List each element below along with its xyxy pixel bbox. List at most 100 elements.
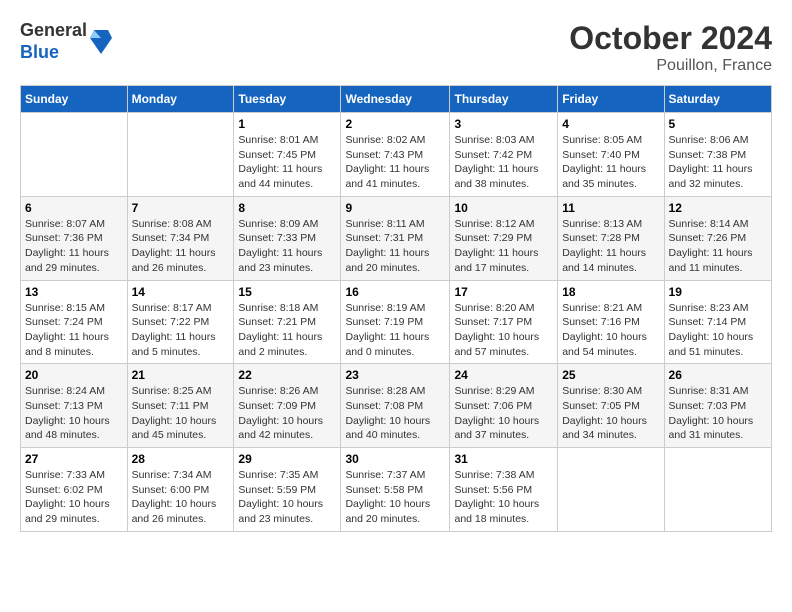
day-info: Sunrise: 8:05 AM Sunset: 7:40 PM Dayligh… — [562, 133, 659, 192]
logo: General Blue — [20, 20, 112, 63]
sunrise: Sunrise: 8:03 AM — [454, 134, 534, 146]
day-number: 4 — [562, 117, 659, 131]
header-day: Sunday — [21, 86, 128, 113]
day-number: 7 — [132, 201, 230, 215]
daylight: Daylight: 11 hours and 11 minutes. — [669, 247, 753, 274]
sunset: Sunset: 6:00 PM — [132, 484, 210, 496]
calendar-cell: 7 Sunrise: 8:08 AM Sunset: 7:34 PM Dayli… — [127, 196, 234, 280]
daylight: Daylight: 11 hours and 8 minutes. — [25, 331, 109, 358]
calendar-cell: 23 Sunrise: 8:28 AM Sunset: 7:08 PM Dayl… — [341, 364, 450, 448]
logo-general: General — [20, 20, 87, 42]
sunset: Sunset: 7:17 PM — [454, 316, 532, 328]
daylight: Daylight: 11 hours and 17 minutes. — [454, 247, 538, 274]
day-info: Sunrise: 8:11 AM Sunset: 7:31 PM Dayligh… — [345, 217, 445, 276]
calendar-cell — [127, 113, 234, 197]
day-info: Sunrise: 8:15 AM Sunset: 7:24 PM Dayligh… — [25, 301, 123, 360]
day-info: Sunrise: 8:24 AM Sunset: 7:13 PM Dayligh… — [25, 384, 123, 443]
day-number: 15 — [238, 285, 336, 299]
calendar-cell: 17 Sunrise: 8:20 AM Sunset: 7:17 PM Dayl… — [450, 280, 558, 364]
calendar-cell: 22 Sunrise: 8:26 AM Sunset: 7:09 PM Dayl… — [234, 364, 341, 448]
day-info: Sunrise: 7:37 AM Sunset: 5:58 PM Dayligh… — [345, 468, 445, 527]
day-info: Sunrise: 8:26 AM Sunset: 7:09 PM Dayligh… — [238, 384, 336, 443]
daylight: Daylight: 11 hours and 41 minutes. — [345, 163, 429, 190]
day-number: 29 — [238, 452, 336, 466]
calendar-cell: 9 Sunrise: 8:11 AM Sunset: 7:31 PM Dayli… — [341, 196, 450, 280]
sunrise: Sunrise: 8:19 AM — [345, 302, 425, 314]
calendar-table: SundayMondayTuesdayWednesdayThursdayFrid… — [20, 85, 772, 532]
day-number: 3 — [454, 117, 553, 131]
day-info: Sunrise: 8:02 AM Sunset: 7:43 PM Dayligh… — [345, 133, 445, 192]
daylight: Daylight: 10 hours and 29 minutes. — [25, 498, 110, 525]
sunset: Sunset: 7:40 PM — [562, 149, 640, 161]
calendar-cell: 1 Sunrise: 8:01 AM Sunset: 7:45 PM Dayli… — [234, 113, 341, 197]
day-number: 31 — [454, 452, 553, 466]
sunrise: Sunrise: 8:29 AM — [454, 385, 534, 397]
daylight: Daylight: 10 hours and 54 minutes. — [562, 331, 647, 358]
day-info: Sunrise: 8:20 AM Sunset: 7:17 PM Dayligh… — [454, 301, 553, 360]
day-info: Sunrise: 8:12 AM Sunset: 7:29 PM Dayligh… — [454, 217, 553, 276]
sunset: Sunset: 7:11 PM — [132, 400, 209, 412]
day-number: 10 — [454, 201, 553, 215]
sunrise: Sunrise: 7:37 AM — [345, 469, 425, 481]
daylight: Daylight: 11 hours and 2 minutes. — [238, 331, 322, 358]
daylight: Daylight: 11 hours and 14 minutes. — [562, 247, 646, 274]
calendar-row: 13 Sunrise: 8:15 AM Sunset: 7:24 PM Dayl… — [21, 280, 772, 364]
sunset: Sunset: 7:03 PM — [669, 400, 747, 412]
logo-icon — [90, 28, 112, 56]
daylight: Daylight: 11 hours and 0 minutes. — [345, 331, 429, 358]
sunrise: Sunrise: 8:20 AM — [454, 302, 534, 314]
calendar-cell: 19 Sunrise: 8:23 AM Sunset: 7:14 PM Dayl… — [664, 280, 771, 364]
day-number: 21 — [132, 368, 230, 382]
calendar-cell — [21, 113, 128, 197]
calendar-cell: 5 Sunrise: 8:06 AM Sunset: 7:38 PM Dayli… — [664, 113, 771, 197]
daylight: Daylight: 10 hours and 37 minutes. — [454, 415, 539, 442]
header-day: Thursday — [450, 86, 558, 113]
sunset: Sunset: 6:02 PM — [25, 484, 103, 496]
day-number: 13 — [25, 285, 123, 299]
calendar-cell: 25 Sunrise: 8:30 AM Sunset: 7:05 PM Dayl… — [558, 364, 664, 448]
sunrise: Sunrise: 8:26 AM — [238, 385, 318, 397]
logo-blue: Blue — [20, 42, 87, 64]
calendar-row: 6 Sunrise: 8:07 AM Sunset: 7:36 PM Dayli… — [21, 196, 772, 280]
day-number: 19 — [669, 285, 767, 299]
day-number: 24 — [454, 368, 553, 382]
day-info: Sunrise: 8:06 AM Sunset: 7:38 PM Dayligh… — [669, 133, 767, 192]
calendar-cell: 15 Sunrise: 8:18 AM Sunset: 7:21 PM Dayl… — [234, 280, 341, 364]
sunrise: Sunrise: 8:07 AM — [25, 218, 105, 230]
calendar-cell: 14 Sunrise: 8:17 AM Sunset: 7:22 PM Dayl… — [127, 280, 234, 364]
sunset: Sunset: 7:36 PM — [25, 232, 103, 244]
day-info: Sunrise: 8:31 AM Sunset: 7:03 PM Dayligh… — [669, 384, 767, 443]
page-header: General Blue October 2024 Pouillon, Fran… — [20, 20, 772, 75]
day-info: Sunrise: 7:33 AM Sunset: 6:02 PM Dayligh… — [25, 468, 123, 527]
sunrise: Sunrise: 7:34 AM — [132, 469, 212, 481]
month-year: October 2024 — [569, 20, 772, 57]
day-info: Sunrise: 8:21 AM Sunset: 7:16 PM Dayligh… — [562, 301, 659, 360]
calendar-cell: 16 Sunrise: 8:19 AM Sunset: 7:19 PM Dayl… — [341, 280, 450, 364]
day-info: Sunrise: 8:13 AM Sunset: 7:28 PM Dayligh… — [562, 217, 659, 276]
sunrise: Sunrise: 8:23 AM — [669, 302, 749, 314]
daylight: Daylight: 10 hours and 40 minutes. — [345, 415, 430, 442]
day-number: 5 — [669, 117, 767, 131]
calendar-cell: 28 Sunrise: 7:34 AM Sunset: 6:00 PM Dayl… — [127, 448, 234, 532]
calendar-cell — [558, 448, 664, 532]
calendar-cell: 2 Sunrise: 8:02 AM Sunset: 7:43 PM Dayli… — [341, 113, 450, 197]
calendar-cell: 30 Sunrise: 7:37 AM Sunset: 5:58 PM Dayl… — [341, 448, 450, 532]
day-info: Sunrise: 8:29 AM Sunset: 7:06 PM Dayligh… — [454, 384, 553, 443]
sunrise: Sunrise: 8:17 AM — [132, 302, 212, 314]
day-info: Sunrise: 8:08 AM Sunset: 7:34 PM Dayligh… — [132, 217, 230, 276]
sunrise: Sunrise: 8:30 AM — [562, 385, 642, 397]
daylight: Daylight: 10 hours and 42 minutes. — [238, 415, 323, 442]
daylight: Daylight: 11 hours and 26 minutes. — [132, 247, 216, 274]
day-number: 23 — [345, 368, 445, 382]
calendar-cell: 20 Sunrise: 8:24 AM Sunset: 7:13 PM Dayl… — [21, 364, 128, 448]
sunset: Sunset: 7:29 PM — [454, 232, 532, 244]
daylight: Daylight: 11 hours and 32 minutes. — [669, 163, 753, 190]
daylight: Daylight: 10 hours and 57 minutes. — [454, 331, 539, 358]
sunset: Sunset: 7:14 PM — [669, 316, 747, 328]
daylight: Daylight: 10 hours and 20 minutes. — [345, 498, 430, 525]
sunset: Sunset: 7:42 PM — [454, 149, 532, 161]
sunset: Sunset: 5:59 PM — [238, 484, 316, 496]
daylight: Daylight: 11 hours and 29 minutes. — [25, 247, 109, 274]
daylight: Daylight: 11 hours and 38 minutes. — [454, 163, 538, 190]
sunrise: Sunrise: 8:14 AM — [669, 218, 749, 230]
